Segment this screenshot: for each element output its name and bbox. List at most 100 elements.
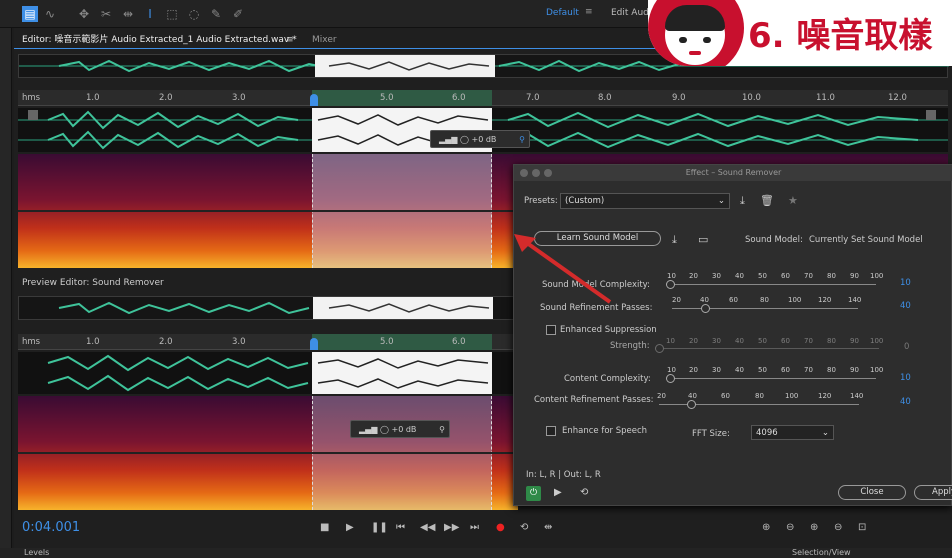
mixer-tab[interactable]: Mixer [312,30,337,50]
loop-preview-icon[interactable]: ⟲ [580,487,588,498]
workspace-menu-icon[interactable]: ≡ [585,7,593,17]
transport-bar: 0:04.001 ■ ▶ ❚❚ ⏮ ◀◀ ▶▶ ⏭ ● ⟲ ⇹ ⊕ ⊖ ⊕ ⊖ … [14,517,952,541]
content-refinement-slider[interactable] [659,399,859,409]
preview-ruler-unit: hms [22,337,41,347]
editor-tab-menu-icon[interactable]: ≡ [286,30,294,50]
zoom-window-icon[interactable] [544,169,552,177]
content-complexity-value[interactable]: 10 [900,373,911,383]
gain-value: +0 dB [471,135,497,144]
zoom-in-time-icon[interactable]: ⊕ [810,522,818,533]
pin-icon[interactable]: ⚲ [519,131,525,149]
ruler-tick: 11.0 [816,93,835,103]
spot-healing-icon[interactable]: ✐ [230,6,246,22]
zoom-out-amplitude-icon[interactable]: ⊖ [786,522,794,533]
delete-preset-icon[interactable]: 🗑 [760,194,774,207]
apply-button[interactable]: Apply [914,485,952,500]
time-ruler[interactable]: hms 1.0 2.0 3.0 5.0 6.0 7.0 8.0 9.0 10.0… [18,90,948,106]
complexity-slider[interactable] [666,279,876,289]
levels-panel-tab[interactable]: Levels [24,548,49,558]
current-time: 0:04.001 [22,520,81,535]
ruler-tick: 3.0 [232,93,246,103]
logo-text: 6. 噪音取樣 [748,16,933,56]
go-to-start-icon[interactable]: ⏮ [396,522,405,533]
volume-knob-icon[interactable]: ◯ [460,135,469,144]
minimize-window-icon[interactable] [532,169,540,177]
preview-play-icon[interactable]: ▶ [554,487,562,498]
move-tool-icon[interactable]: ✥ [76,6,92,22]
favorite-star-icon[interactable]: ★ [788,194,798,207]
strength-slider[interactable] [655,343,879,353]
presets-dropdown[interactable]: (Custom) ⌄ [560,193,730,209]
volume-knob-icon[interactable]: ◯ [380,425,389,434]
brush-tool-icon[interactable]: ✎ [208,6,224,22]
channel-logo-overlay: 6. 噪音取樣 [648,0,952,66]
ruler-tick: 1.0 [86,337,100,347]
strength-value[interactable]: 0 [904,342,909,352]
refinement-slider[interactable] [672,303,858,313]
enhanced-suppression-label: Enhanced Suppression [560,325,657,335]
effect-titlebar[interactable]: Effect – Sound Remover [514,165,952,181]
zoom-out-time-icon[interactable]: ⊖ [834,522,842,533]
content-complexity-slider[interactable] [666,373,876,383]
pin-icon[interactable]: ⚲ [439,421,445,439]
zoom-full-icon[interactable]: ⊡ [858,522,866,533]
volume-bars-icon: ▂▄▆ [439,135,458,144]
play-icon[interactable]: ▶ [346,522,354,533]
loop-icon[interactable]: ⟲ [520,522,528,533]
preview-channel-divider [18,452,518,454]
ruler-tick: 7.0 [526,93,540,103]
pause-icon[interactable]: ❚❚ [371,522,388,533]
ruler-tick: 10.0 [742,93,761,103]
ruler-tick: 3.0 [232,337,246,347]
fft-size-dropdown[interactable]: 4096 ⌄ [751,425,834,440]
close-button[interactable]: Close [838,485,906,500]
ruler-tick: 2.0 [159,93,173,103]
left-panel-strip [0,28,12,558]
effect-window-title: Effect – Sound Remover [685,168,782,177]
stop-icon[interactable]: ■ [320,522,329,533]
skip-selection-icon[interactable]: ⇹ [544,522,552,533]
content-refinement-value[interactable]: 40 [900,397,911,407]
editor-tab[interactable]: Editor: 噪音示範影片 Audio Extracted_1 Audio E… [22,30,297,50]
save-model-icon[interactable]: ⤓ [672,233,677,247]
fast-forward-icon[interactable]: ▶▶ [444,522,459,533]
waveform-view-icon[interactable]: ▤ [22,6,38,22]
power-toggle-icon[interactable]: ⏻ [526,486,541,501]
lasso-tool-icon[interactable]: ◌ [186,6,202,22]
bottom-panel-bar: Levels Selection/View [0,548,952,558]
complexity-value[interactable]: 10 [900,278,911,288]
preview-playhead-icon[interactable] [310,338,318,350]
gain-hud[interactable]: ▂▄▆ ◯ +0 dB ⚲ [430,130,530,148]
enhanced-suppression-checkbox[interactable] [546,325,556,335]
avatar-face [665,5,725,65]
open-folder-icon[interactable]: ▭ [698,233,708,246]
ruler-unit: hms [22,93,41,103]
marquee-tool-icon[interactable]: ⬚ [164,6,180,22]
spectral-view-icon[interactable]: ∿ [42,6,58,22]
refinement-value[interactable]: 40 [900,301,911,311]
sound-model-label: Sound Model: [745,235,803,245]
volume-bars-icon: ▂▄▆ [359,425,378,434]
save-preset-icon[interactable]: ⤓ [740,194,745,208]
record-icon[interactable]: ● [496,522,505,533]
zoom-in-amplitude-icon[interactable]: ⊕ [762,522,770,533]
avatar [648,0,744,66]
preview-time-ruler[interactable]: hms 1.0 2.0 3.0 5.0 6.0 [18,334,518,350]
workspace-default[interactable]: Default [546,8,579,18]
enhance-for-speech-checkbox[interactable] [546,426,556,436]
annotation-arrow [514,234,612,304]
preview-gain-hud[interactable]: ▂▄▆ ◯ +0 dB ⚲ [350,420,450,438]
enhance-for-speech-label: Enhance for Speech [562,426,648,436]
playhead-icon[interactable] [310,94,318,106]
slip-tool-icon[interactable]: ⇹ [120,6,136,22]
go-to-end-icon[interactable]: ⏭ [470,522,479,533]
selection-view-tab[interactable]: Selection/View [792,548,851,558]
fft-size-value: 4096 [756,428,778,438]
razor-tool-icon[interactable]: ✂ [98,6,114,22]
preview-wave-svg [47,352,492,394]
preview-spectrogram[interactable] [18,396,518,510]
close-window-icon[interactable] [520,169,528,177]
preview-waveform[interactable] [18,352,518,394]
rewind-icon[interactable]: ◀◀ [420,522,435,533]
time-selection-tool-icon[interactable]: I [142,6,158,22]
